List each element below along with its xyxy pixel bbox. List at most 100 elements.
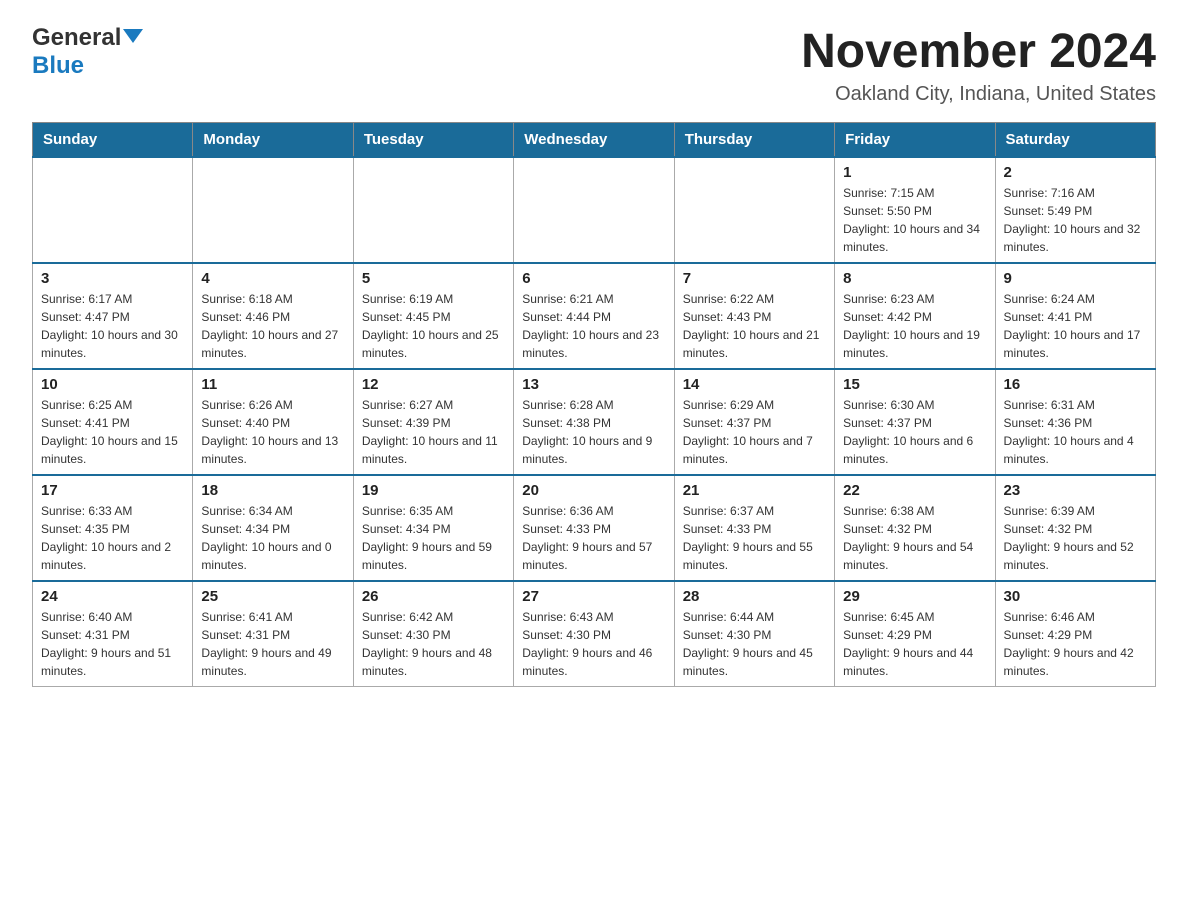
day-number: 2 [1004, 164, 1147, 181]
day-number: 20 [522, 482, 665, 499]
calendar-cell [193, 157, 353, 263]
calendar-cell: 1 Sunrise: 7:15 AM Sunset: 5:50 PM Daylig… [835, 157, 995, 263]
week-row: 10 Sunrise: 6:25 AM Sunset: 4:41 PM Dayli… [33, 369, 1156, 475]
day-of-week-header: Friday [835, 123, 995, 158]
calendar-cell: 27Sunrise: 6:43 AM Sunset: 4:30 PM Dayli… [514, 581, 674, 687]
calendar-header: SundayMondayTuesdayWednesdayThursdayFrid… [33, 123, 1156, 158]
day-number: 14 [683, 376, 826, 393]
day-info: Sunrise: 6:29 AM Sunset: 4:37 PM Dayligh… [683, 396, 826, 468]
day-info: Sunrise: 6:45 AM Sunset: 4:29 PM Dayligh… [843, 608, 986, 680]
calendar-cell: 11 Sunrise: 6:26 AM Sunset: 4:40 PM Dayli… [193, 369, 353, 475]
calendar-cell: 23 Sunrise: 6:39 AM Sunset: 4:32 PM Dayli… [995, 475, 1155, 581]
calendar-cell [33, 157, 193, 263]
day-info: Sunrise: 6:33 AM Sunset: 4:35 PM Dayligh… [41, 502, 184, 574]
calendar-cell: 7 Sunrise: 6:22 AM Sunset: 4:43 PM Daylig… [674, 263, 834, 369]
day-number: 25 [201, 588, 344, 605]
day-info: Sunrise: 6:23 AM Sunset: 4:42 PM Dayligh… [843, 290, 986, 362]
logo-general-text: General [32, 24, 121, 52]
day-info: Sunrise: 7:15 AM Sunset: 5:50 PM Dayligh… [843, 184, 986, 256]
logo: General Blue [32, 24, 143, 80]
day-number: 21 [683, 482, 826, 499]
day-number: 22 [843, 482, 986, 499]
day-number: 8 [843, 270, 986, 287]
calendar-cell: 10 Sunrise: 6:25 AM Sunset: 4:41 PM Dayli… [33, 369, 193, 475]
day-number: 11 [201, 376, 344, 393]
day-number: 23 [1004, 482, 1147, 499]
day-of-week-header: Thursday [674, 123, 834, 158]
day-number: 9 [1004, 270, 1147, 287]
day-info: Sunrise: 6:38 AM Sunset: 4:32 PM Dayligh… [843, 502, 986, 574]
calendar-cell: 30 Sunrise: 6:46 AM Sunset: 4:29 PM Dayli… [995, 581, 1155, 687]
day-number: 16 [1004, 376, 1147, 393]
day-info: Sunrise: 6:40 AM Sunset: 4:31 PM Dayligh… [41, 608, 184, 680]
calendar-cell: 29 Sunrise: 6:45 AM Sunset: 4:29 PM Dayli… [835, 581, 995, 687]
calendar-cell [674, 157, 834, 263]
day-number: 17 [41, 482, 184, 499]
day-info: Sunrise: 6:22 AM Sunset: 4:43 PM Dayligh… [683, 290, 826, 362]
day-info: Sunrise: 6:37 AM Sunset: 4:33 PM Dayligh… [683, 502, 826, 574]
calendar-cell: 26Sunrise: 6:42 AM Sunset: 4:30 PM Dayli… [353, 581, 513, 687]
calendar-cell: 13 Sunrise: 6:28 AM Sunset: 4:38 PM Dayli… [514, 369, 674, 475]
day-number: 4 [201, 270, 344, 287]
day-number: 19 [362, 482, 505, 499]
day-info: Sunrise: 6:39 AM Sunset: 4:32 PM Dayligh… [1004, 502, 1147, 574]
calendar-cell: 5Sunrise: 6:19 AM Sunset: 4:45 PM Daylig… [353, 263, 513, 369]
day-info: Sunrise: 6:43 AM Sunset: 4:30 PM Dayligh… [522, 608, 665, 680]
calendar-cell: 18 Sunrise: 6:34 AM Sunset: 4:34 PM Dayli… [193, 475, 353, 581]
day-info: Sunrise: 6:42 AM Sunset: 4:30 PM Dayligh… [362, 608, 505, 680]
day-number: 28 [683, 588, 826, 605]
day-number: 18 [201, 482, 344, 499]
calendar-cell: 8 Sunrise: 6:23 AM Sunset: 4:42 PM Daylig… [835, 263, 995, 369]
day-info: Sunrise: 6:21 AM Sunset: 4:44 PM Dayligh… [522, 290, 665, 362]
calendar-subtitle: Oakland City, Indiana, United States [801, 83, 1156, 106]
calendar-cell: 12 Sunrise: 6:27 AM Sunset: 4:39 PM Dayli… [353, 369, 513, 475]
day-number: 13 [522, 376, 665, 393]
day-of-week-header: Wednesday [514, 123, 674, 158]
day-info: Sunrise: 6:36 AM Sunset: 4:33 PM Dayligh… [522, 502, 665, 574]
page-header: General Blue November 2024 Oakland City,… [32, 24, 1156, 106]
day-of-week-header: Saturday [995, 123, 1155, 158]
day-info: Sunrise: 6:19 AM Sunset: 4:45 PM Dayligh… [362, 290, 505, 362]
day-info: Sunrise: 6:26 AM Sunset: 4:40 PM Dayligh… [201, 396, 344, 468]
calendar-cell: 15Sunrise: 6:30 AM Sunset: 4:37 PM Dayli… [835, 369, 995, 475]
calendar-cell: 19 Sunrise: 6:35 AM Sunset: 4:34 PM Dayli… [353, 475, 513, 581]
calendar-cell: 3 Sunrise: 6:17 AM Sunset: 4:47 PM Daylig… [33, 263, 193, 369]
calendar-cell: 25Sunrise: 6:41 AM Sunset: 4:31 PM Dayli… [193, 581, 353, 687]
day-number: 3 [41, 270, 184, 287]
day-info: Sunrise: 6:25 AM Sunset: 4:41 PM Dayligh… [41, 396, 184, 468]
day-info: Sunrise: 7:16 AM Sunset: 5:49 PM Dayligh… [1004, 184, 1147, 256]
day-info: Sunrise: 6:24 AM Sunset: 4:41 PM Dayligh… [1004, 290, 1147, 362]
calendar-cell: 20 Sunrise: 6:36 AM Sunset: 4:33 PM Dayli… [514, 475, 674, 581]
day-number: 24 [41, 588, 184, 605]
day-info: Sunrise: 6:28 AM Sunset: 4:38 PM Dayligh… [522, 396, 665, 468]
day-number: 10 [41, 376, 184, 393]
calendar-cell: 28Sunrise: 6:44 AM Sunset: 4:30 PM Dayli… [674, 581, 834, 687]
day-info: Sunrise: 6:30 AM Sunset: 4:37 PM Dayligh… [843, 396, 986, 468]
day-number: 12 [362, 376, 505, 393]
day-info: Sunrise: 6:27 AM Sunset: 4:39 PM Dayligh… [362, 396, 505, 468]
day-number: 30 [1004, 588, 1147, 605]
calendar-title: November 2024 [801, 24, 1156, 79]
day-info: Sunrise: 6:34 AM Sunset: 4:34 PM Dayligh… [201, 502, 344, 574]
calendar-cell: 9 Sunrise: 6:24 AM Sunset: 4:41 PM Daylig… [995, 263, 1155, 369]
calendar-cell: 2 Sunrise: 7:16 AM Sunset: 5:49 PM Daylig… [995, 157, 1155, 263]
day-info: Sunrise: 6:35 AM Sunset: 4:34 PM Dayligh… [362, 502, 505, 574]
header-row: SundayMondayTuesdayWednesdayThursdayFrid… [33, 123, 1156, 158]
calendar-cell: 4 Sunrise: 6:18 AM Sunset: 4:46 PM Daylig… [193, 263, 353, 369]
day-info: Sunrise: 6:46 AM Sunset: 4:29 PM Dayligh… [1004, 608, 1147, 680]
day-of-week-header: Sunday [33, 123, 193, 158]
day-of-week-header: Tuesday [353, 123, 513, 158]
day-number: 1 [843, 164, 986, 181]
title-section: November 2024 Oakland City, Indiana, Uni… [801, 24, 1156, 106]
logo-triangle-icon [123, 29, 143, 43]
day-info: Sunrise: 6:18 AM Sunset: 4:46 PM Dayligh… [201, 290, 344, 362]
calendar-cell: 17 Sunrise: 6:33 AM Sunset: 4:35 PM Dayli… [33, 475, 193, 581]
day-info: Sunrise: 6:31 AM Sunset: 4:36 PM Dayligh… [1004, 396, 1147, 468]
week-row: 3 Sunrise: 6:17 AM Sunset: 4:47 PM Daylig… [33, 263, 1156, 369]
calendar-cell: 16 Sunrise: 6:31 AM Sunset: 4:36 PM Dayli… [995, 369, 1155, 475]
day-number: 7 [683, 270, 826, 287]
day-number: 29 [843, 588, 986, 605]
calendar-cell: 6Sunrise: 6:21 AM Sunset: 4:44 PM Daylig… [514, 263, 674, 369]
day-info: Sunrise: 6:17 AM Sunset: 4:47 PM Dayligh… [41, 290, 184, 362]
week-row: 1 Sunrise: 7:15 AM Sunset: 5:50 PM Daylig… [33, 157, 1156, 263]
